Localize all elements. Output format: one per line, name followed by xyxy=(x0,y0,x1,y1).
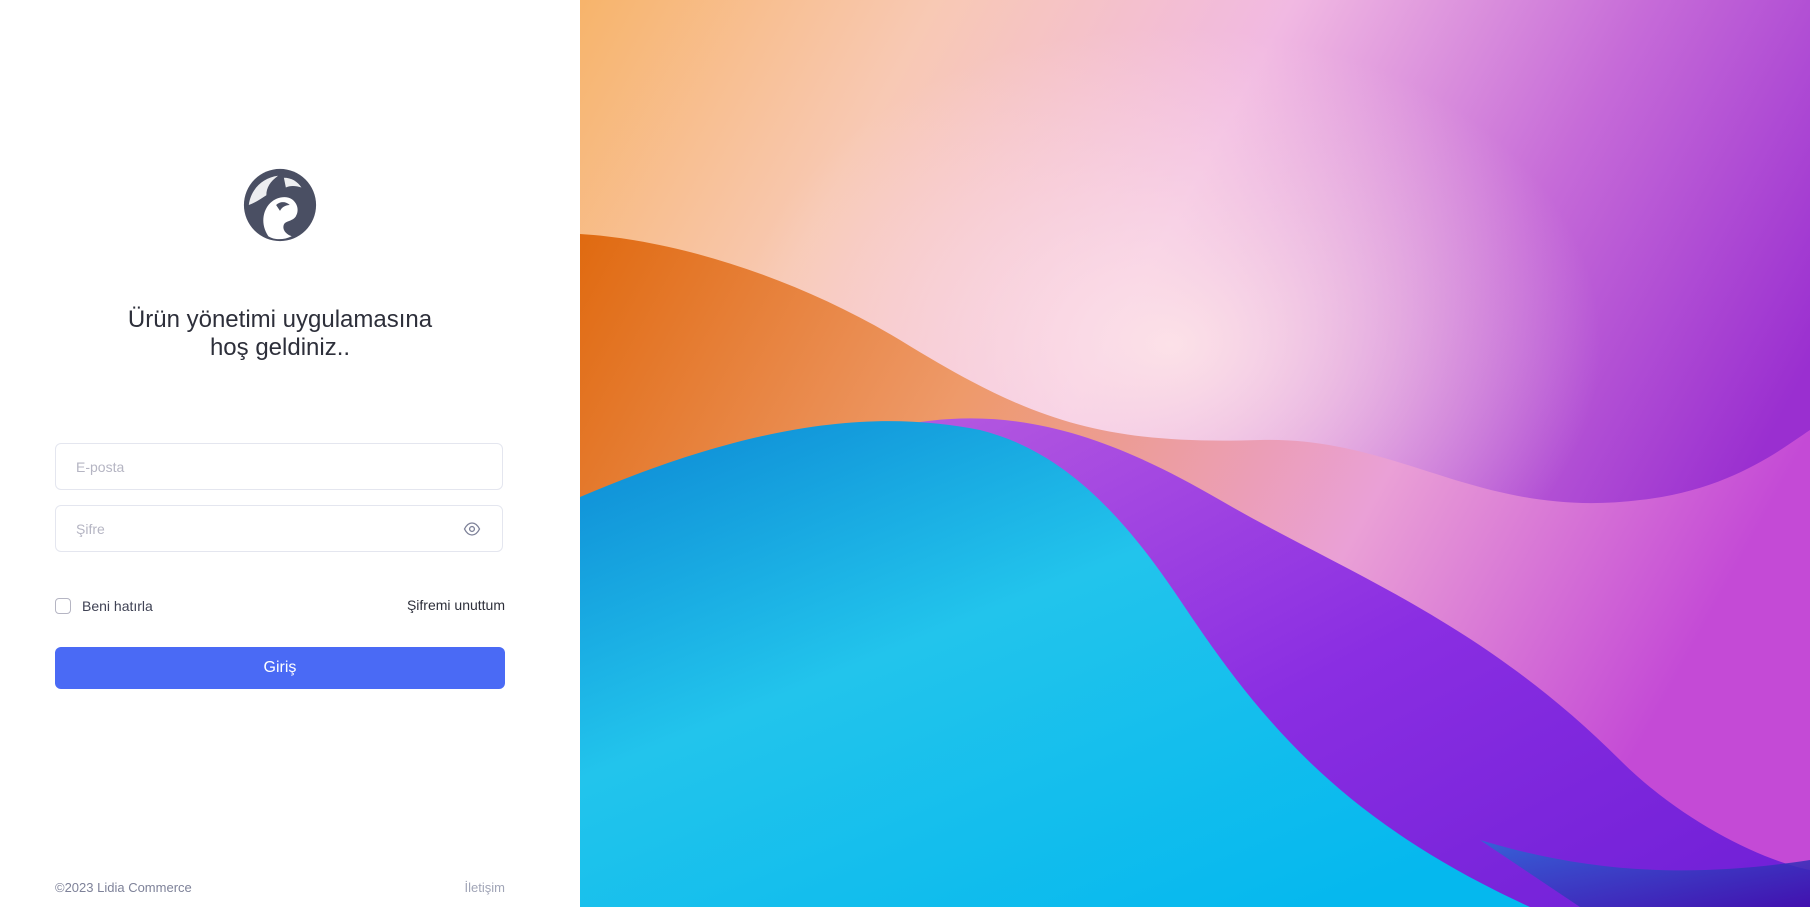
eye-icon[interactable] xyxy=(462,520,482,538)
password-field xyxy=(55,505,503,552)
welcome-line-1: Ürün yönetimi uygulamasına xyxy=(127,306,433,333)
welcome-line-2: hoş geldiniz.. xyxy=(209,334,351,361)
login-button[interactable]: Giriş xyxy=(55,647,505,689)
login-panel: Ürün yönetimi uygulamasına hoş geldiniz.… xyxy=(0,0,580,907)
password-input[interactable] xyxy=(76,506,456,551)
forgot-password-link[interactable]: Şifremi unuttum xyxy=(407,597,505,613)
remember-me: Beni hatırla xyxy=(55,596,153,616)
hero-wave-image xyxy=(580,0,1810,907)
remember-me-checkbox[interactable] xyxy=(55,598,71,614)
email-input[interactable] xyxy=(76,444,456,489)
contact-link[interactable]: İletişim xyxy=(465,880,505,895)
lion-logo-icon xyxy=(243,168,317,242)
email-field xyxy=(55,443,503,490)
welcome-heading: Ürün yönetimi uygulamasına hoş geldiniz.… xyxy=(0,306,560,362)
copyright-text: ©2023 Lidia Commerce xyxy=(55,880,192,895)
remember-me-label: Beni hatırla xyxy=(82,598,153,614)
